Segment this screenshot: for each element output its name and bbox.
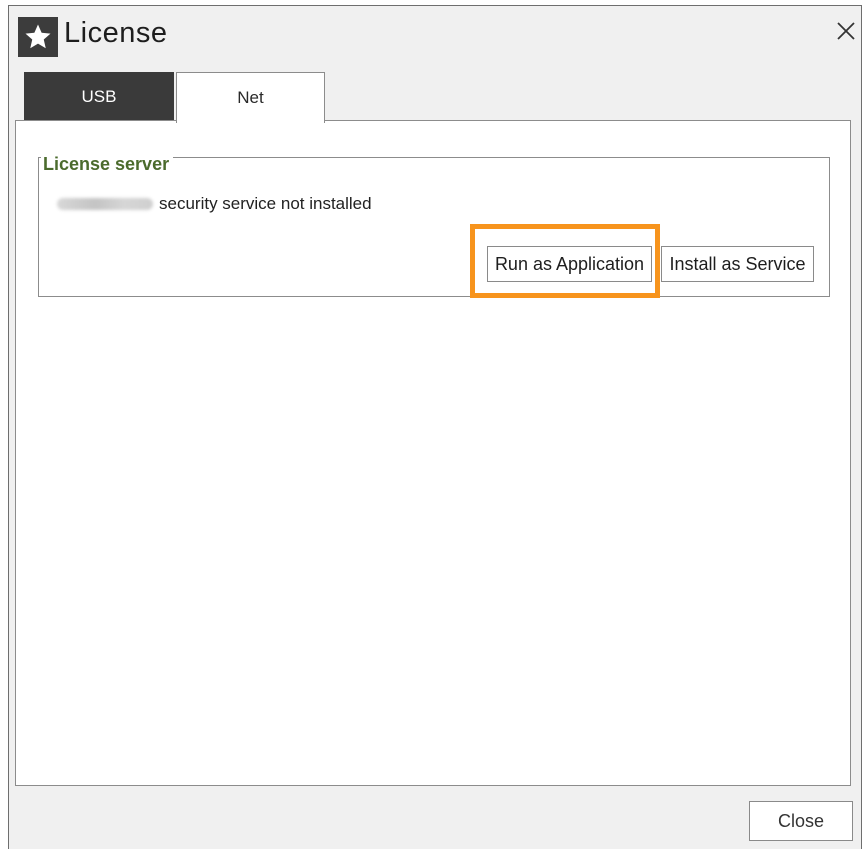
title-bar: License — [9, 6, 861, 66]
service-status: security service not installed — [57, 194, 372, 214]
close-icon[interactable] — [835, 20, 859, 44]
tab-usb[interactable]: USB — [24, 72, 174, 121]
tab-net[interactable]: Net — [176, 72, 325, 123]
group-title: License server — [41, 154, 174, 175]
window-title: License — [64, 17, 168, 49]
net-tab-panel: License server security service not inst… — [15, 120, 851, 786]
run-as-application-button[interactable]: Run as Application — [487, 246, 652, 282]
close-button[interactable]: Close — [749, 801, 853, 841]
install-as-service-button[interactable]: Install as Service — [661, 246, 814, 282]
star-icon — [18, 17, 58, 57]
license-server-group: License server security service not inst… — [38, 154, 830, 298]
service-status-text: security service not installed — [159, 194, 372, 213]
blurred-product-name — [57, 198, 153, 210]
